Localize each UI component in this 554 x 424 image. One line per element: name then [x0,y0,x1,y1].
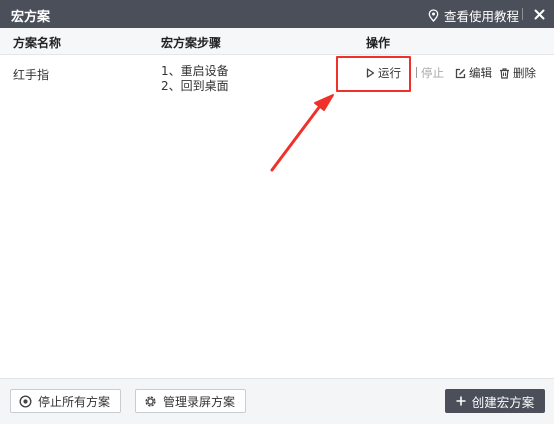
column-header-actions: 操作 [366,36,391,50]
close-button[interactable] [530,4,548,24]
edit-label: 编辑 [469,66,492,80]
delete-label: 删除 [513,66,536,80]
create-macro-button[interactable]: 创建宏方案 [445,389,545,413]
macro-name: 红手指 [13,68,50,82]
close-icon [534,9,544,19]
title-bar: 宏方案 查看使用教程 [0,0,554,28]
macro-steps: 1、重启设备 2、回到桌面 [161,64,229,94]
title-divider [522,8,523,20]
column-header-name: 方案名称 [13,36,62,50]
gear-icon [145,395,156,407]
footer-bar: 停止所有方案 管理录屏方案 创建宏方案 [0,378,554,424]
stop-button[interactable]: 停止 [421,65,444,81]
action-divider [416,67,417,78]
stop-all-label: 停止所有方案 [38,394,111,409]
macro-step: 1、重启设备 [161,64,229,78]
macro-step: 2、回到桌面 [161,79,229,93]
window-title: 宏方案 [11,10,51,25]
table-header: 方案名称 宏方案步骤 操作 [0,28,554,55]
manage-label: 管理录屏方案 [163,394,236,409]
edit-icon [455,68,466,78]
delete-button[interactable]: 删除 [499,65,536,81]
stop-all-button[interactable]: 停止所有方案 [10,389,121,413]
trash-icon [500,67,509,79]
column-header-steps: 宏方案步骤 [161,36,222,50]
edit-button[interactable]: 编辑 [455,65,492,81]
annotation-highlight-box [336,56,411,92]
tutorial-label: 查看使用教程 [444,9,520,24]
stop-circle-icon [19,394,32,408]
tutorial-link[interactable]: 查看使用教程 [428,6,519,25]
create-label: 创建宏方案 [471,394,535,410]
location-pin-icon [428,9,439,22]
manage-recording-button[interactable]: 管理录屏方案 [135,389,246,413]
plus-icon [456,396,466,406]
stop-label: 停止 [421,66,444,80]
table-row: 红手指 1、重启设备 2、回到桌面 运行 停止 编辑 删除 [0,55,554,103]
